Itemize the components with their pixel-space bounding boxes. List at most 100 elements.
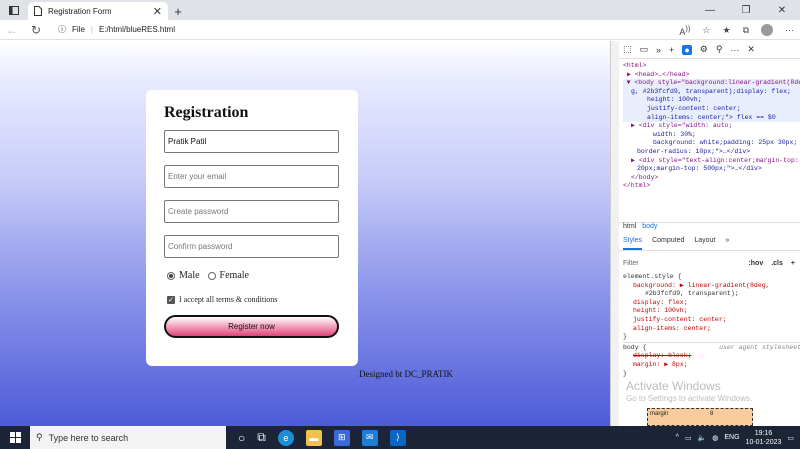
network-icon[interactable]: ◍ [712,434,718,442]
devtools-panel: ⬚ ▭ » + ● ⚙ ⚲ ··· ✕ <html> ▶ <head>…</he… [610,41,800,426]
close-tab-icon[interactable]: ✕ [153,5,162,18]
tab-layout[interactable]: Layout [694,237,715,250]
url-separator: | [90,25,93,34]
dom-line[interactable]: height: 100vh; [623,96,800,105]
confirm-password-input[interactable]: Confirm password [164,235,339,258]
styles-filter-input[interactable]: Filter [623,260,639,267]
dom-line[interactable]: ▶ <head>…</head> [623,71,800,80]
register-button[interactable]: Register now [164,315,339,338]
dom-line[interactable]: ▶ <div style="text-align:center;margin-t… [623,157,800,166]
dom-line-selected[interactable]: ··· ▼ <body style="background:linear-gra… [623,79,800,88]
start-icon[interactable] [0,426,30,449]
style-line[interactable]: align-items: center; [623,325,800,334]
refresh-icon[interactable]: ↻ [24,20,48,40]
style-line[interactable]: margin: ▶ 8px; [623,361,800,370]
tab-actions-icon[interactable] [0,0,28,20]
female-radio[interactable] [207,271,216,280]
style-line[interactable]: display: flex; [623,299,800,308]
dom-line[interactable]: width: 30%; [623,131,800,140]
devtools-more-icon[interactable]: ··· [730,45,739,55]
style-line[interactable]: display: block; [623,352,800,361]
devtools-close-icon[interactable]: ✕ [747,44,755,55]
add-tab-icon[interactable]: + [669,45,674,55]
close-window-icon[interactable]: ✕ [764,0,800,20]
back-icon[interactable]: ← [0,20,24,40]
collections-icon[interactable]: ⧉ [743,25,749,36]
terms-label: I accept all terms & conditions [179,295,278,304]
email-input[interactable]: Enter your email [164,165,339,188]
more-options-icon[interactable]: ··· [785,25,794,35]
edge-icon[interactable]: e [277,429,294,446]
page-icon [34,6,42,16]
device-toolbar-icon[interactable]: ▭ [640,44,649,55]
add-favorite-icon[interactable]: ☆ [702,25,710,36]
tab-registration-form[interactable]: Registration Form ✕ [28,2,168,20]
share-icon[interactable]: ⚲ [716,44,723,55]
styles-filter-row: Filter :hov .cls + [619,257,800,269]
password-input[interactable]: Create password [164,200,339,223]
tab-computed[interactable]: Computed [652,237,684,250]
taskbar-apps: ○ ⧉ e ▬ ⊞ ✉ ⟩ [238,429,406,446]
dom-line[interactable]: g, #2b3fcfd9, transparent);display: flex… [623,87,800,97]
language-indicator[interactable]: ENG [724,434,739,441]
clock-time: 19:16 [754,429,773,437]
mail-icon[interactable]: ✉ [361,429,378,446]
dom-line[interactable]: align-items: center;"> flex == $0 [623,113,800,123]
task-view-icon[interactable]: ⧉ [257,430,266,445]
box-margin-label: margin [650,411,669,417]
new-tab-button[interactable]: + [168,2,188,20]
style-line[interactable]: background: ▶ linear-gradient(8deg, [623,282,800,291]
crumb-html[interactable]: html [623,223,636,234]
devtools-scrollbar[interactable] [611,41,619,426]
window-controls: — ❐ ✕ [692,0,800,20]
more-panels-icon[interactable]: » [725,237,729,250]
taskbar-search[interactable]: ⚲ Type here to search [30,426,226,449]
issues-icon[interactable]: ● [682,44,692,55]
vscode-icon[interactable]: ⟩ [389,429,406,446]
dom-line[interactable]: <html> [623,62,800,71]
style-line: #2b3fcfd9, transparent); [645,290,739,298]
url-text: E:/html/blueRES.html [98,25,175,34]
restore-icon[interactable]: ❐ [728,0,764,20]
dom-line[interactable]: </html> [623,182,800,191]
tab-styles[interactable]: Styles [623,237,643,250]
footer-credit: Designed bt DC_PRATIK [359,369,453,379]
more-tabs-icon[interactable]: » [656,45,661,55]
dom-line[interactable]: </body> [623,174,800,183]
tray-chevron-icon[interactable]: ^ [676,434,679,441]
read-aloud-icon[interactable]: A)) [679,24,690,37]
notifications-icon[interactable]: ▭ [787,434,794,442]
dom-line[interactable]: justify-content: center; [623,104,800,114]
name-input[interactable]: Pratik Patil [164,130,339,153]
clock[interactable]: 19:16 10-01-2023 [746,429,782,447]
settings-gear-icon[interactable]: ⚙ [700,44,708,55]
favorites-icon[interactable]: ★ [722,25,730,36]
taskbar-search-placeholder: Type here to search [48,432,129,443]
profile-avatar[interactable] [761,24,773,36]
cortana-icon[interactable]: ○ [238,431,245,445]
dom-tree: <html> ▶ <head>…</head> ··· ▼ <body styl… [623,62,800,191]
dom-line[interactable]: border-radius: 10px;">…</div> [623,148,800,157]
style-line: } [623,369,627,377]
style-line[interactable]: height: 100vh; [623,307,800,316]
file-explorer-icon[interactable]: ▬ [305,429,322,446]
dom-line[interactable]: background: white;padding: 25px 30px; [623,139,800,148]
inspect-icon[interactable]: ⬚ [623,44,632,55]
minimize-icon[interactable]: — [692,0,728,20]
cls-toggle[interactable]: .cls [771,260,783,267]
male-radio[interactable] [167,271,175,280]
style-line[interactable]: justify-content: center; [623,316,800,325]
battery-icon[interactable]: ▭ [685,434,692,442]
url-field[interactable]: ⓘ File | E:/html/blueRES.html [58,24,175,35]
dom-line[interactable]: ▶ <div style="width: auto; [623,122,800,131]
crumb-body[interactable]: body [642,223,657,234]
hov-toggle[interactable]: :hov [748,260,763,267]
ua-stylesheet-label: user agent stylesheet [719,343,800,351]
dom-line[interactable]: 20px;margin-top: 500px;">…</div> [623,165,800,174]
store-icon[interactable]: ⊞ [333,429,350,446]
browser-tab-bar: Registration Form ✕ + — ❐ ✕ [0,0,800,20]
new-rule-icon[interactable]: + [791,260,795,267]
volume-icon[interactable]: 🔈 [698,434,707,442]
terms-checkbox[interactable]: ✓ [167,295,175,304]
dom-breadcrumb: html body [619,222,800,234]
